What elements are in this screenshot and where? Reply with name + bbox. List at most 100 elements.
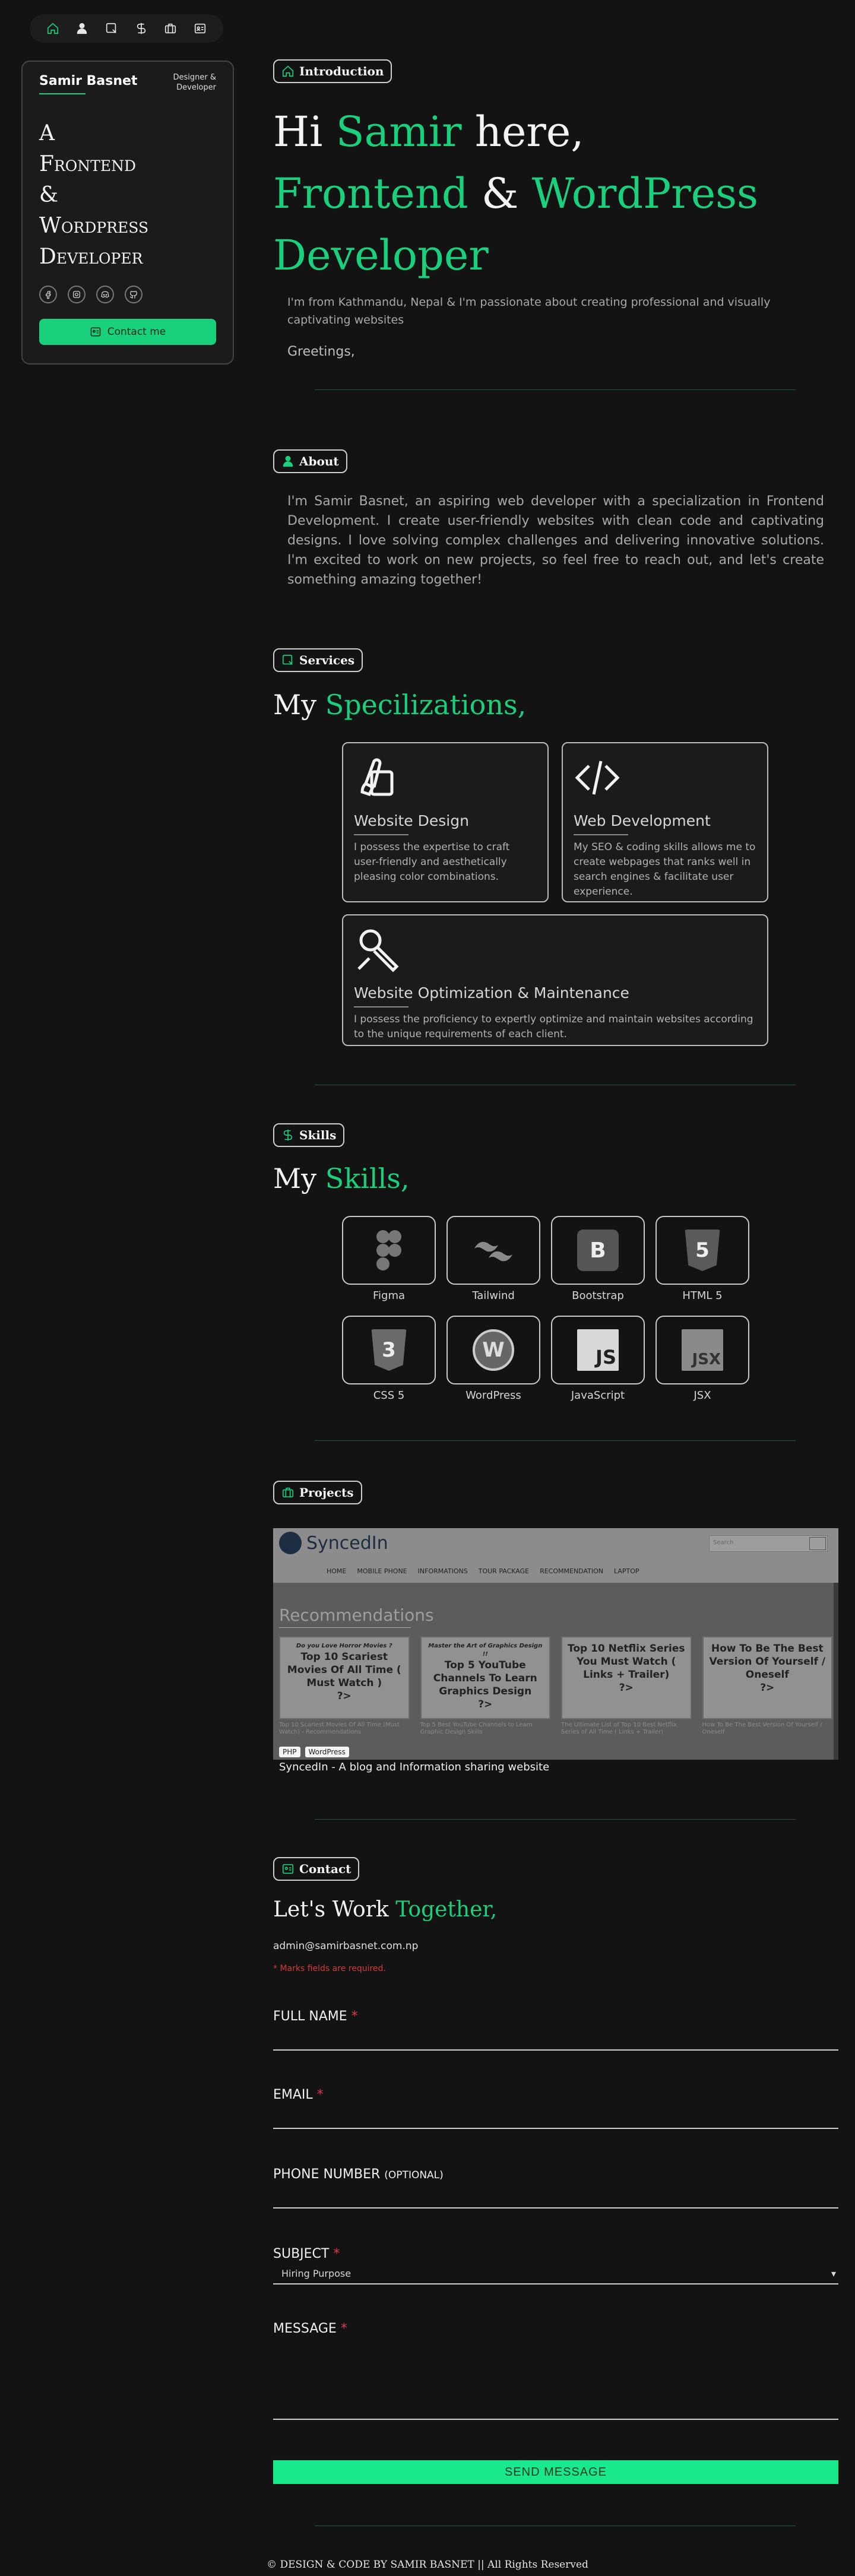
send-message-button[interactable]: SEND MESSAGE (273, 2460, 838, 2484)
chip-services: Services (273, 648, 363, 672)
required-note: * Marks fields are required. (273, 1964, 386, 1973)
required-star: * (340, 2321, 347, 2336)
tag-wordpress: WordPress (305, 1747, 349, 1757)
nav-projects[interactable] (162, 20, 179, 37)
facebook-link[interactable] (39, 286, 57, 303)
briefcase-icon (165, 23, 176, 34)
project-preview[interactable]: SyncedIn Search HOME MOBILE PHONE INFORM… (273, 1528, 838, 1760)
full-name-label: FULL NAME * (273, 2009, 358, 2024)
chip-introduction: Introduction (273, 59, 392, 83)
full-name-field[interactable] (273, 2027, 838, 2048)
github-link[interactable] (125, 286, 142, 303)
field-underline (273, 2207, 838, 2209)
jsx-logo-icon: JSX (682, 1329, 723, 1371)
facebook-icon (46, 291, 51, 299)
required-star: * (333, 2247, 340, 2261)
instagram-link[interactable] (68, 286, 86, 303)
service-underline (354, 1006, 408, 1007)
contact-email[interactable]: admin@samirbasnet.com.np (273, 1940, 418, 1952)
card-caption: Top 10 Scariest Movies Of All Time (Must… (279, 1722, 400, 1735)
briefcase-icon (282, 1487, 294, 1498)
nav-services[interactable] (103, 20, 121, 37)
skill-label: JSX (694, 1389, 711, 1402)
skill-label: Bootstrap (572, 1289, 624, 1302)
project-tags: PHP WordPress (279, 1747, 349, 1757)
skill-wordpress: W (446, 1316, 540, 1384)
contact-me-button[interactable]: Contact me (39, 319, 216, 345)
chip-label: Introduction (299, 64, 384, 78)
preview-card: Top 10 Netflix Series You Must Watch ( L… (561, 1636, 692, 1736)
code-icon (575, 761, 620, 795)
nav-about[interactable] (73, 20, 91, 37)
skills-icon (137, 23, 146, 34)
card-tail: ?> (760, 1682, 775, 1694)
chip-about: About (273, 449, 347, 473)
service-title: Web Development (574, 812, 711, 829)
skill-label: Figma (372, 1289, 406, 1302)
tagline-line: Wordpress (39, 214, 149, 238)
chip-label: Contact (299, 1862, 352, 1876)
menu-item: INFORMATIONS (417, 1567, 468, 1575)
intro-paragraph: I'm from Kathmandu, Nepal & I'm passiona… (287, 296, 771, 327)
nav-contact[interactable] (191, 20, 209, 37)
title-plain: Let's Work (273, 1897, 396, 1922)
phone-label: PHONE NUMBER (OPTIONAL) (273, 2167, 444, 2182)
card-title: Top 5 YouTube Channels To Learn Graphics… (433, 1659, 537, 1697)
message-label: MESSAGE * (273, 2321, 347, 2336)
card-image: How To Be The Best Version Of Yourself /… (702, 1636, 832, 1719)
menu-item: LAPTOP (613, 1567, 639, 1575)
service-card-optimization: Website Optimization & Maintenance I pos… (342, 914, 768, 1046)
subject-select[interactable]: Hiring Purpose ▾ (273, 2268, 838, 2282)
card-image: Do you Love Horror Movies ? Top 10 Scarie… (279, 1636, 410, 1719)
service-desc: I possess the proficiency to expertly op… (354, 1013, 753, 1040)
user-icon (283, 455, 293, 467)
javascript-logo-icon: JS (577, 1329, 619, 1371)
search-icon (809, 1537, 826, 1550)
preview-brand: SyncedIn (279, 1532, 388, 1554)
hero-heading: Hi Samir here, Frontend & WordPress Deve… (273, 101, 758, 286)
email-field[interactable] (273, 2105, 838, 2127)
label-text: FULL NAME (273, 2009, 347, 2024)
service-desc: I possess the expertise to craft user-fr… (354, 841, 510, 883)
nav-skills[interactable] (132, 20, 150, 37)
social-links (39, 286, 216, 303)
service-desc: My SEO & coding skills allows me to crea… (574, 841, 756, 898)
nav-home[interactable] (44, 20, 62, 37)
wrench-icon (357, 929, 399, 972)
section-divider (315, 389, 796, 390)
discord-link[interactable] (96, 286, 114, 303)
service-title: Website Optimization & Maintenance (354, 984, 629, 1002)
phone-field[interactable] (273, 2185, 838, 2206)
figma-logo-icon (376, 1230, 401, 1270)
skill-label: Tailwind (472, 1289, 515, 1302)
chip-skills: Skills (273, 1123, 345, 1147)
project-title[interactable]: SyncedIn - A blog and Information sharin… (279, 1761, 549, 1773)
message-field[interactable] (273, 2351, 838, 2417)
email-label: EMAIL * (273, 2087, 324, 2102)
section-divider (315, 1440, 796, 1441)
subject-value: Hiring Purpose (281, 2268, 352, 2279)
contact-card-icon (282, 1864, 294, 1874)
section-divider (315, 1819, 796, 1820)
skill-bootstrap: B (551, 1216, 645, 1285)
tagline-line: A (39, 121, 55, 145)
skill-html: 5 (656, 1216, 749, 1285)
card-tail: ?> (478, 1699, 493, 1710)
discord-icon (101, 291, 109, 298)
chip-label: About (299, 454, 339, 468)
title-highlight: Specilizations, (325, 689, 527, 721)
skill-jsx: JSX (656, 1316, 749, 1384)
skill-css: 3 (342, 1316, 436, 1384)
preview-card: How To Be The Best Version Of Yourself /… (702, 1636, 832, 1736)
html5-logo-icon: 5 (685, 1230, 720, 1271)
card-caption: Top 5 Best YouTube Channels to Learn Gra… (420, 1722, 533, 1735)
service-card-development: Web Development My SEO & coding skills a… (562, 742, 768, 902)
preview-section-title: Recommendations (279, 1605, 434, 1625)
chip-label: Skills (299, 1128, 337, 1142)
hero-line-1: Hi Samir here, (273, 101, 758, 163)
services-icon (106, 23, 117, 33)
field-underline (273, 2419, 838, 2420)
preview-scrollbar[interactable] (834, 1583, 838, 1760)
label-text: SUBJECT (273, 2247, 330, 2261)
chevron-down-icon: ▾ (831, 2268, 836, 2279)
